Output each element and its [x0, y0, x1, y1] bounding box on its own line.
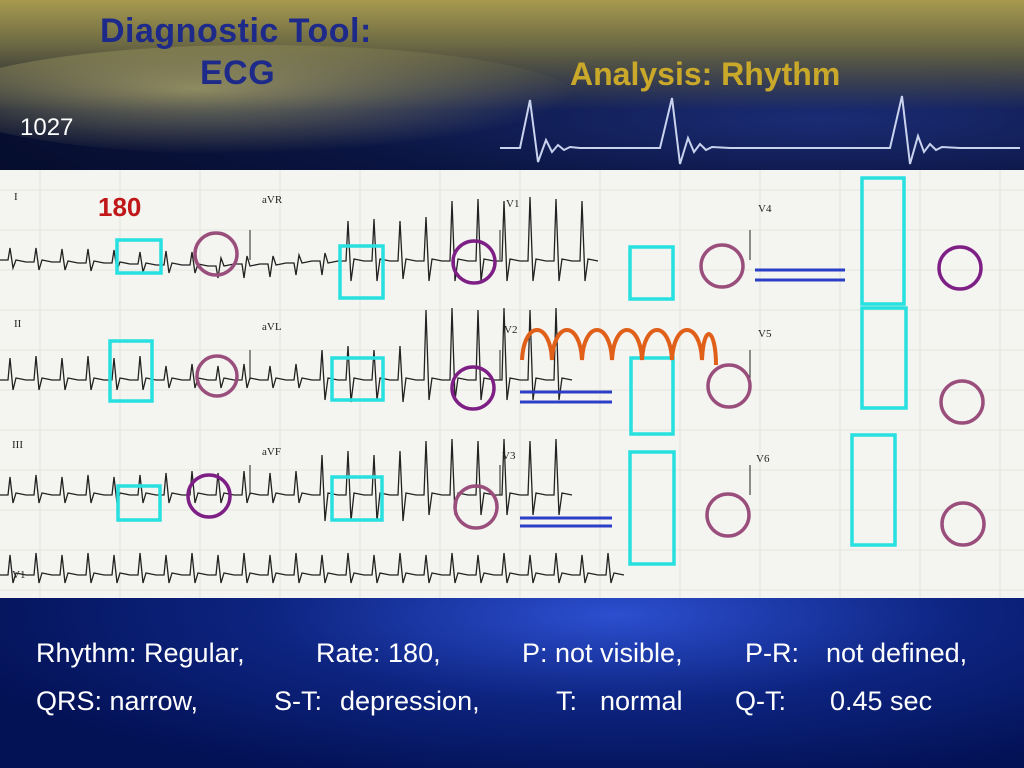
t-wave-circle [937, 245, 983, 291]
t-wave-circle [706, 363, 752, 409]
finding-t-label: T: [556, 686, 578, 716]
t-wave-circle [451, 239, 497, 285]
t-wave-circle [939, 379, 985, 425]
finding-st-label: S-T: [274, 686, 323, 716]
qrs-box [330, 475, 384, 522]
lead-label-v1: V1 [506, 198, 519, 210]
finding-pr-value: not defined, [826, 638, 968, 668]
finding-st-value: depression, [340, 686, 480, 716]
t-wave-circle [699, 243, 745, 289]
lead-label-v4: V4 [758, 203, 772, 215]
finding-rhythm: Rhythm: Regular, [36, 638, 245, 668]
slide-subtitle: Analysis: Rhythm [570, 56, 841, 92]
qrs-box [860, 306, 908, 410]
lead-label-v5: V5 [758, 328, 772, 340]
finding-pr-label: P-R: [745, 638, 799, 668]
finding-qrs: QRS: narrow, [36, 686, 199, 716]
finding-t-value: normal [600, 686, 683, 716]
lead-label-v6: V6 [756, 453, 770, 465]
lead-label-v3: V3 [502, 450, 516, 462]
lead-label-rhythm-v1: V1 [12, 569, 25, 581]
qrs-box [629, 356, 675, 436]
t-wave-circle [940, 501, 986, 547]
ecg-strip: I aVR V1 V4 II aVL V2 V5 III aVF V3 V6 V… [0, 170, 1024, 598]
ecg-tracing: I aVR V1 V4 II aVL V2 V5 III aVF V3 V6 V… [0, 170, 1024, 598]
qrs-box [628, 245, 675, 301]
lead-label-iii: III [12, 439, 23, 451]
slide-number: 1027 [20, 114, 74, 141]
slide-footer [0, 598, 1024, 768]
slide-header: Diagnostic Tool: ECG Analysis: Rhythm 10… [0, 0, 1024, 170]
finding-qt-value: 0.45 sec [830, 686, 933, 716]
title-line-1: Diagnostic Tool: [100, 12, 372, 50]
header-swoosh [0, 45, 580, 155]
lead-label-avf: aVF [262, 446, 281, 458]
header-ecg-wave-icon [500, 95, 1020, 165]
lead-label-v2: V2 [504, 324, 517, 336]
lead-label-avl: aVL [262, 321, 282, 333]
title-line-2: ECG [200, 54, 276, 92]
st-depression-marker [520, 516, 612, 528]
lead-label-ii: II [14, 318, 22, 330]
t-wave-circle [705, 492, 751, 538]
finding-rate: Rate: 180, [316, 638, 441, 668]
t-wave-circle [450, 365, 496, 411]
qrs-box [860, 176, 906, 306]
p-wave-arcs [520, 328, 718, 366]
finding-p-wave: P: not visible, [522, 638, 683, 668]
lead-label-avr: aVR [262, 194, 283, 206]
st-depression-marker [755, 268, 845, 282]
qrs-box [850, 433, 897, 547]
rate-annotation: 180 [98, 192, 142, 222]
lead-label-i: I [14, 191, 18, 203]
qrs-box [628, 450, 676, 566]
finding-qt-label: Q-T: [735, 686, 786, 716]
